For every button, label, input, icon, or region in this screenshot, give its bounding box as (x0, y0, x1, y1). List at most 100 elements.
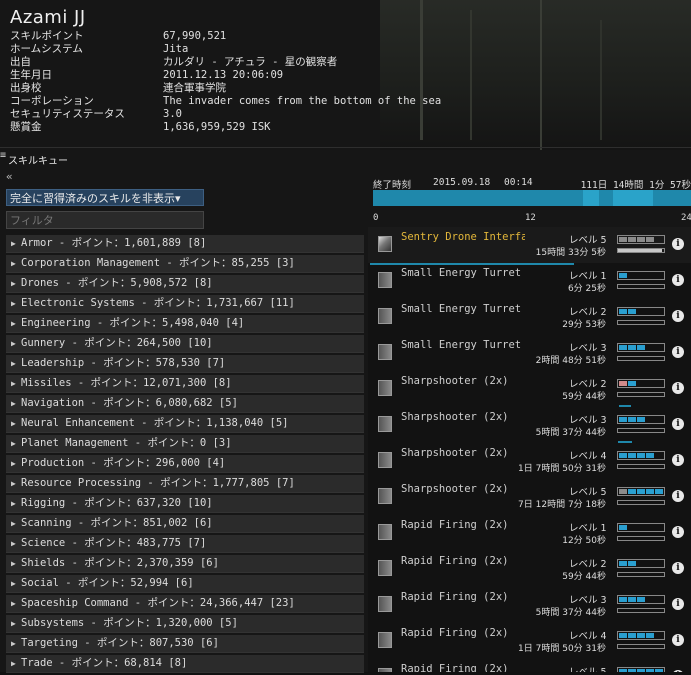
info-icon[interactable]: i (672, 490, 684, 502)
expand-arrow-icon[interactable]: ▶ (6, 315, 21, 332)
separator: - (65, 337, 85, 349)
skill-group-row[interactable]: ▶ Spaceship Command - ポイント：24,366,447 [23… (6, 595, 364, 613)
skill-group-row[interactable]: ▶ Targeting - ポイント：807,530 [6] (6, 635, 364, 653)
expand-arrow-icon[interactable]: ▶ (6, 655, 21, 672)
skill-group-row[interactable]: ▶ Leadership - ポイント：578,530 [7] (6, 355, 364, 373)
level-pip (646, 525, 654, 530)
skill-group-row[interactable]: ▶ Missiles - ポイント：12,071,300 [8] (6, 375, 364, 393)
level-pip (619, 381, 627, 386)
skill-group-row[interactable]: ▶ Armor - ポイント：1,601,889 [8] (6, 235, 364, 253)
expand-arrow-icon[interactable]: ▶ (6, 395, 21, 412)
skill-group-count: [8] (168, 657, 188, 669)
queue-item[interactable]: Rapid Firing (2x)レベル 5i (368, 659, 691, 672)
level-pip (619, 345, 627, 350)
expand-arrow-icon[interactable]: ▶ (6, 235, 21, 252)
queue-item[interactable]: Sharpshooter (2x) レベル 5 7日 12時間 7分 18秒 i (368, 479, 691, 515)
info-icon[interactable]: i (672, 598, 684, 610)
expand-arrow-icon[interactable]: ▶ (6, 435, 21, 452)
separator: - (84, 617, 104, 629)
skill-group-name: Rigging (21, 497, 66, 509)
queue-item[interactable]: Rapid Firing (2x) レベル 2 59分 44秒 i (368, 551, 691, 587)
queue-item[interactable]: Rapid Firing (2x) レベル 1 12分 50秒 i (368, 515, 691, 551)
level-pip (646, 273, 654, 278)
skill-group-row[interactable]: ▶ Drones - ポイント：5,908,572 [8] (6, 275, 364, 293)
skill-group-row[interactable]: ▶ Corporation Management - ポイント：85,255 [3… (6, 255, 364, 273)
skill-group-row[interactable]: ▶ Resource Processing - ポイント：1,777,805 [7… (6, 475, 364, 493)
info-icon[interactable]: i (672, 634, 684, 646)
info-icon[interactable]: i (672, 454, 684, 466)
menu-icon[interactable]: ≡ (0, 150, 6, 161)
info-icon[interactable]: i (672, 526, 684, 538)
filter-input[interactable]: フィルタ (6, 211, 204, 229)
skill-group-row[interactable]: ▶ Social - ポイント：52,994 [6] (6, 575, 364, 593)
expand-arrow-icon[interactable]: ▶ (6, 275, 21, 292)
info-icon[interactable]: i (672, 274, 684, 286)
skill-group-row[interactable]: ▶ Shields - ポイント：2,370,359 [6] (6, 555, 364, 573)
expand-arrow-icon[interactable]: ▶ (6, 475, 21, 492)
info-icon[interactable]: i (672, 382, 684, 394)
queue-item[interactable]: Rapid Firing (2x) レベル 4 1日 7時間 50分 31秒 i (368, 623, 691, 659)
skill-group-row[interactable]: ▶ Neural Enhancement - ポイント：1,138,040 [5] (6, 415, 364, 433)
separator: - (160, 257, 180, 269)
expand-arrow-icon[interactable]: ▶ (6, 455, 21, 472)
queue-item[interactable]: Sharpshooter (2x) レベル 3 5時間 37分 44秒 i (368, 407, 691, 443)
level-pip (655, 525, 663, 530)
level-pip (646, 453, 654, 458)
info-icon[interactable]: i (672, 310, 684, 322)
training-progress-bar (617, 500, 665, 505)
skill-group-row[interactable]: ▶ Trade - ポイント：68,814 [8] (6, 655, 364, 673)
skill-group-row[interactable]: ▶ Electronic Systems - ポイント：1,731,667 [11… (6, 295, 364, 313)
training-progress-bar (617, 320, 665, 325)
expand-arrow-icon[interactable]: ▶ (6, 295, 21, 312)
skill-group-count: [23] (269, 597, 295, 609)
collapse-icon[interactable]: « (6, 170, 13, 183)
skill-group-row[interactable]: ▶ Engineering - ポイント：5,498,040 [4] (6, 315, 364, 333)
expand-arrow-icon[interactable]: ▶ (6, 615, 21, 632)
info-label: ホームシステム (10, 43, 83, 55)
hide-trained-skills-dropdown[interactable]: 完全に習得済みのスキルを非表示▾ (6, 189, 204, 206)
queue-item[interactable]: Rapid Firing (2x) レベル 3 5時間 37分 44秒 i (368, 587, 691, 623)
expand-arrow-icon[interactable]: ▶ (6, 595, 21, 612)
queue-item[interactable]: Sharpshooter (2x) レベル 4 1日 7時間 50分 31秒 i (368, 443, 691, 479)
queue-item[interactable]: Small Energy Turret (1x) レベル 1 6分 25秒 i (368, 263, 691, 299)
expand-arrow-icon[interactable]: ▶ (6, 335, 21, 352)
skill-group-row[interactable]: ▶ Science - ポイント：483,775 [7] (6, 535, 364, 553)
queue-item[interactable]: Small Energy Turret (1x) レベル 3 2時間 48分 51秒… (368, 335, 691, 371)
training-progress-bar (617, 392, 665, 397)
expand-arrow-icon[interactable]: ▶ (6, 375, 21, 392)
expand-arrow-icon[interactable]: ▶ (6, 355, 21, 372)
info-label: 懸賞金 (10, 121, 42, 133)
skill-group-row[interactable]: ▶ Planet Management - ポイント：0 [3] (6, 435, 364, 453)
info-icon[interactable]: i (672, 238, 684, 250)
background-art-line (470, 10, 472, 140)
skill-group-name: Electronic Systems (21, 297, 135, 309)
info-value: 連合軍事学院 (163, 82, 226, 94)
skill-group-count: [3] (275, 257, 295, 269)
skill-group-row[interactable]: ▶ Subsystems - ポイント：1,320,000 [5] (6, 615, 364, 633)
expand-arrow-icon[interactable]: ▶ (6, 635, 21, 652)
queue-skill-name: Small Energy Turret (1x) (401, 267, 525, 279)
info-icon[interactable]: i (672, 346, 684, 358)
queue-skill-level: レベル 2 (569, 307, 607, 318)
info-icon[interactable]: i (672, 562, 684, 574)
expand-arrow-icon[interactable]: ▶ (6, 515, 21, 532)
skillbook-icon (378, 308, 392, 324)
skill-group-row[interactable]: ▶ Navigation - ポイント：6,080,682 [5] (6, 395, 364, 413)
expand-arrow-icon[interactable]: ▶ (6, 415, 21, 432)
skill-group-row[interactable]: ▶ Production - ポイント：296,000 [4] (6, 455, 364, 473)
skill-group-row[interactable]: ▶ Rigging - ポイント：637,320 [10] (6, 495, 364, 513)
skill-group-row[interactable]: ▶ Gunnery - ポイント：264,500 [10] (6, 335, 364, 353)
expand-arrow-icon[interactable]: ▶ (6, 555, 21, 572)
info-icon[interactable]: i (672, 418, 684, 430)
queue-item[interactable]: Sharpshooter (2x) レベル 2 59分 44秒 i (368, 371, 691, 407)
queue-item[interactable]: Small Energy Turret (1x) レベル 2 29分 53秒 i (368, 299, 691, 335)
skill-group-row[interactable]: ▶ Scanning - ポイント：851,002 [6] (6, 515, 364, 533)
skill-group-name: Neural Enhancement (21, 417, 135, 429)
expand-arrow-icon[interactable]: ▶ (6, 535, 21, 552)
queue-item[interactable]: Sentry Drone Interfacing レベル 5 15時間 33分 5秒… (368, 227, 691, 263)
info-row: コーポレーション The invader comes from the botto… (10, 95, 441, 108)
expand-arrow-icon[interactable]: ▶ (6, 495, 21, 512)
expand-arrow-icon[interactable]: ▶ (6, 575, 21, 592)
expand-arrow-icon[interactable]: ▶ (6, 255, 21, 272)
skillbook-icon (378, 344, 392, 360)
